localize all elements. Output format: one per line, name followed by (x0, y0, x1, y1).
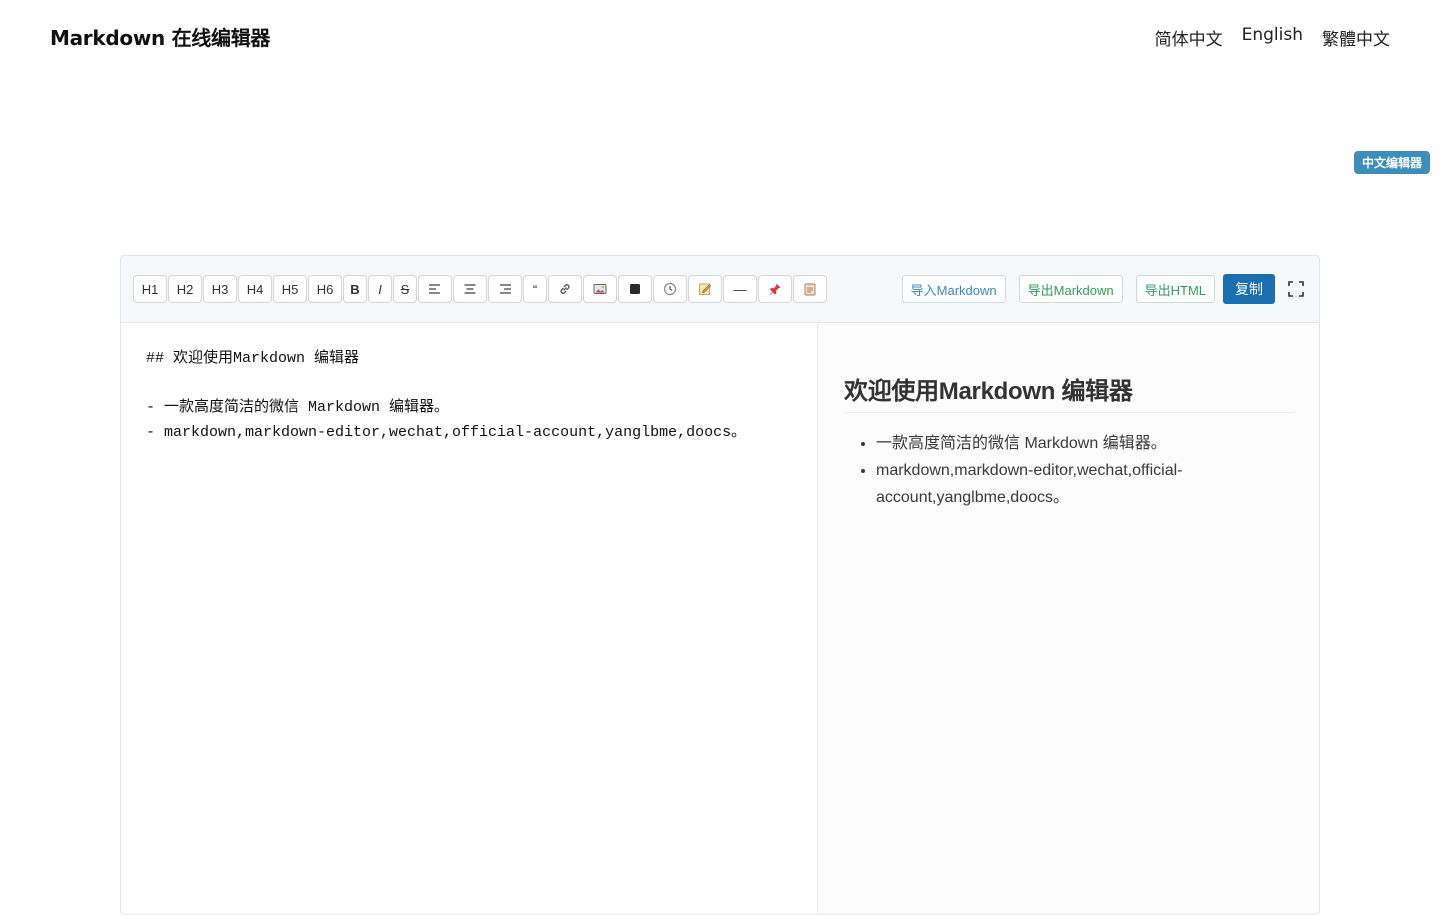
code-block-icon (630, 284, 640, 294)
action-buttons: 导入Markdown 导出Markdown 导出HTML 复制 (901, 274, 1305, 304)
language-nav: 简体中文 English 繁體中文 (1155, 25, 1390, 50)
format-tools: H1 H2 H3 H4 H5 H6 B I S “ — (133, 275, 827, 303)
image-icon (593, 284, 607, 294)
preview-list: 一款高度简洁的微信 Markdown 编辑器。 markdown,markdow… (844, 430, 1294, 511)
horizontal-rule-button[interactable]: — (723, 275, 757, 303)
source-line: ## 欢迎使用Markdown 编辑器 (146, 350, 360, 367)
align-left-icon (429, 284, 440, 294)
h4-button[interactable]: H4 (238, 275, 272, 303)
clipboard-icon (804, 283, 816, 296)
quote-button[interactable]: “ (523, 275, 547, 303)
editor-toolbar: H1 H2 H3 H4 H5 H6 B I S “ — 导入Markdown 导… (121, 256, 1319, 323)
pin-button[interactable] (758, 275, 792, 303)
top-bar: Markdown 在线编辑器 简体中文 English 繁體中文 (0, 0, 1440, 72)
h5-button[interactable]: H5 (273, 275, 307, 303)
h1-button[interactable]: H1 (133, 275, 167, 303)
source-line: - markdown,markdown-editor,wechat,offici… (146, 423, 747, 441)
markdown-source-pane[interactable]: ## 欢迎使用Markdown 编辑器 - 一款高度简洁的微信 Markdown… (121, 323, 818, 914)
quote-icon: “ (532, 281, 538, 297)
align-center-icon (464, 284, 476, 294)
lang-simplified-chinese[interactable]: 简体中文 (1155, 25, 1223, 50)
export-markdown-button[interactable]: 导出Markdown (1018, 275, 1123, 303)
h6-button[interactable]: H6 (308, 275, 342, 303)
import-markdown-button[interactable]: 导入Markdown (901, 275, 1006, 303)
note-icon (699, 283, 712, 295)
horizontal-rule-icon: — (733, 281, 747, 297)
note-button[interactable] (688, 275, 722, 303)
source-line: - 一款高度简洁的微信 Markdown 编辑器。 (146, 399, 450, 416)
h3-button[interactable]: H3 (203, 275, 237, 303)
lang-traditional-chinese[interactable]: 繁體中文 (1322, 25, 1390, 50)
strikethrough-button[interactable]: S (393, 275, 417, 303)
clock-icon (663, 282, 677, 296)
image-button[interactable] (583, 275, 617, 303)
align-center-button[interactable] (453, 275, 487, 303)
export-html-button[interactable]: 导出HTML (1135, 275, 1215, 303)
code-block-button[interactable] (618, 275, 652, 303)
list-item: 一款高度简洁的微信 Markdown 编辑器。 (876, 430, 1294, 457)
align-left-button[interactable] (418, 275, 452, 303)
italic-button[interactable]: I (368, 275, 392, 303)
preview-pane: 欢迎使用Markdown 编辑器 一款高度简洁的微信 Markdown 编辑器。… (819, 323, 1319, 914)
fullscreen-icon[interactable] (1287, 280, 1305, 298)
time-button[interactable] (653, 275, 687, 303)
pin-icon (769, 283, 781, 295)
list-item: markdown,markdown-editor,wechat,official… (876, 457, 1294, 511)
align-right-icon (500, 284, 511, 294)
preview-heading: 欢迎使用Markdown 编辑器 (844, 371, 1294, 413)
lang-english[interactable]: English (1242, 25, 1303, 50)
clipboard-button[interactable] (793, 275, 827, 303)
markdown-editor: H1 H2 H3 H4 H5 H6 B I S “ — 导入Markdown 导… (120, 255, 1320, 915)
link-button[interactable] (548, 275, 582, 303)
site-title: Markdown 在线编辑器 (50, 26, 271, 50)
link-icon (560, 284, 570, 294)
copy-button[interactable]: 复制 (1223, 274, 1275, 304)
chinese-editor-badge[interactable]: 中文编辑器 (1354, 151, 1430, 174)
source-line (146, 372, 792, 397)
bold-button[interactable]: B (343, 275, 367, 303)
align-right-button[interactable] (488, 275, 522, 303)
h2-button[interactable]: H2 (168, 275, 202, 303)
